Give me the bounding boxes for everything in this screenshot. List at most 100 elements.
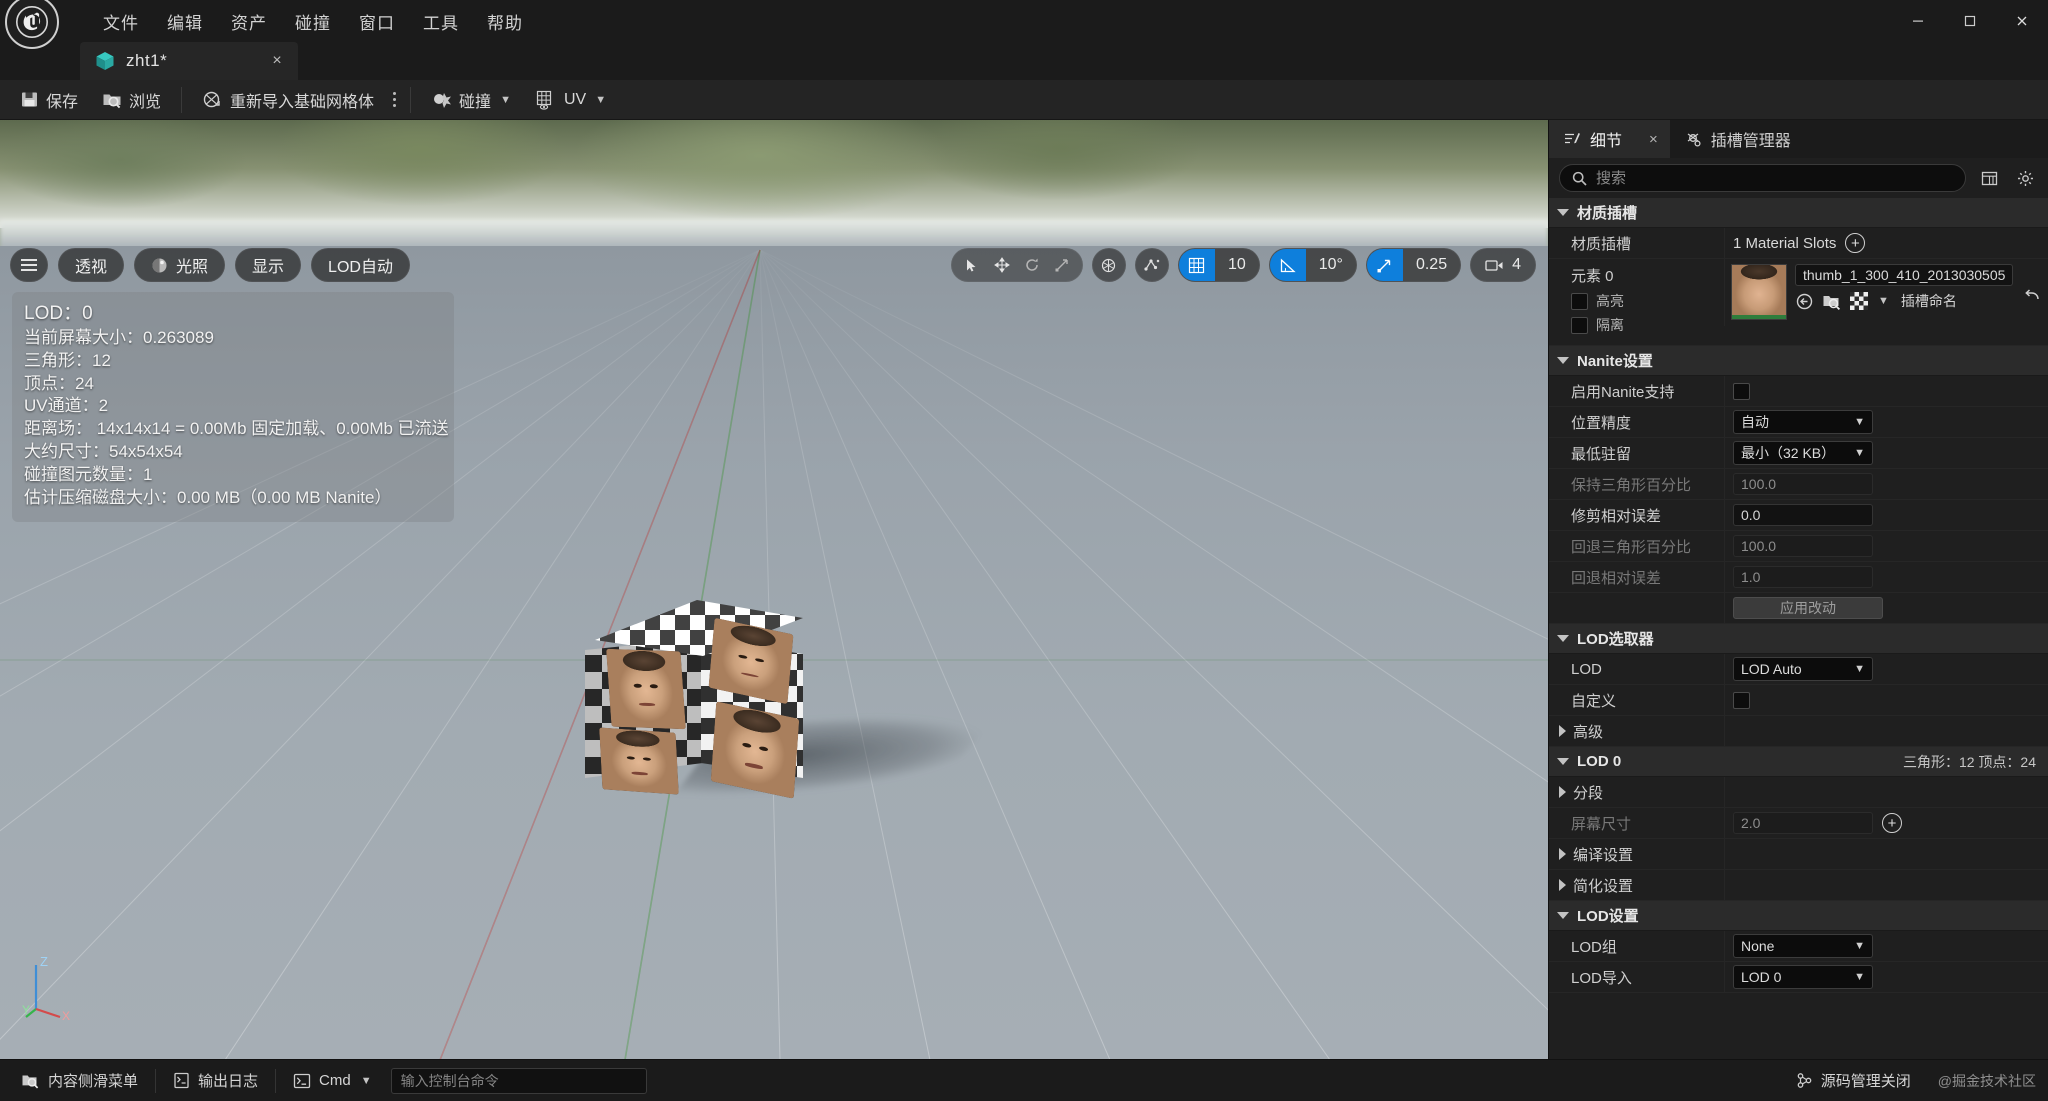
screen-size-field[interactable]: 2.0 — [1733, 812, 1873, 834]
tab-socket-manager[interactable]: 插槽管理器 — [1670, 120, 1803, 158]
value-min-residency: 最小（32 KB） ▼ — [1724, 438, 2048, 468]
surface-snap-icon[interactable] — [1134, 248, 1169, 282]
console-command-input[interactable] — [400, 1072, 637, 1089]
properties-scroll-area[interactable]: 材质插槽 材质插槽 1 Material Slots + 元素 0 高亮 隔离 … — [1549, 198, 2048, 1059]
cmd-mode-button[interactable]: Cmd ▼ — [280, 1065, 385, 1097]
material-thumbnail-status-bar — [1732, 315, 1786, 319]
content-drawer-button[interactable]: 内容侧滑菜单 — [8, 1065, 151, 1097]
lod-group-dropdown[interactable]: None ▼ — [1733, 934, 1873, 958]
minimize-icon[interactable] — [1892, 0, 1944, 42]
angle-snap-control[interactable]: 10° — [1268, 248, 1357, 282]
close-icon[interactable]: × — [1649, 131, 1658, 148]
chevron-down-icon — [1557, 209, 1569, 216]
lod-dropdown[interactable]: LOD Auto ▼ — [1733, 657, 1873, 681]
camera-speed-control[interactable]: 4 — [1470, 248, 1536, 282]
highlight-checkbox-row[interactable]: 高亮 — [1571, 291, 1724, 311]
menu-collision[interactable]: 碰撞 — [281, 4, 345, 39]
lod-auto-button[interactable]: LOD自动 — [311, 248, 410, 282]
save-button[interactable]: 保存 — [8, 83, 90, 117]
material-thumbnail[interactable] — [1731, 264, 1787, 320]
output-log-button[interactable]: 输出日志 — [160, 1065, 271, 1097]
revert-icon[interactable] — [2021, 264, 2043, 320]
label-sections: 分段 — [1549, 782, 1724, 803]
hamburger-icon — [21, 259, 37, 271]
reimport-options-kebab-icon[interactable] — [386, 85, 402, 115]
min-residency-dropdown[interactable]: 最小（32 KB） ▼ — [1733, 441, 1873, 465]
section-lod0-header[interactable]: LOD 0 三角形：12 顶点：24 — [1549, 747, 2048, 777]
use-selected-asset-icon[interactable] — [1795, 292, 1814, 311]
status-divider-1 — [155, 1068, 157, 1093]
view-mode-perspective-button[interactable]: 透视 — [58, 248, 125, 282]
source-control-icon — [1796, 1072, 1813, 1089]
lod-import-value: LOD 0 — [1741, 969, 1782, 985]
add-screen-size-button[interactable]: + — [1882, 813, 1902, 833]
menu-asset[interactable]: 资产 — [217, 4, 281, 39]
highlight-checkbox[interactable] — [1571, 292, 1588, 310]
column-layout-icon[interactable] — [1976, 165, 2002, 191]
browse-button[interactable]: 浏览 — [90, 83, 173, 117]
viewport-menu-button[interactable] — [10, 248, 48, 282]
trim-relative-error-field[interactable]: 0.0 — [1733, 504, 1873, 526]
toolbar-divider — [181, 86, 183, 113]
collision-menu-button[interactable]: 碰撞 ▼ — [419, 83, 523, 117]
chevron-down-icon — [1557, 635, 1569, 642]
console-command-input-wrap[interactable] — [390, 1067, 647, 1094]
uv-menu-button[interactable]: UV ▼ — [523, 83, 618, 117]
source-control-button[interactable]: 源码管理关闭 — [1783, 1065, 1924, 1097]
chevron-down-icon[interactable]: ▼ — [1878, 295, 1889, 307]
scale-tool-icon[interactable] — [1048, 251, 1076, 279]
scale-snap-control[interactable]: 0.25 — [1365, 248, 1462, 282]
tab-zht1[interactable]: zht1* × — [80, 42, 298, 80]
enable-nanite-checkbox[interactable] — [1733, 382, 1750, 400]
fallback-triangle-percent-field[interactable]: 100.0 — [1733, 535, 1873, 557]
mesh-viewport[interactable]: 透视 光照 显示 LOD自动 10 10° 0.25 4 LOD：0 当前屏幕大… — [0, 120, 1548, 1059]
world-coordinate-icon[interactable] — [1091, 248, 1126, 282]
rotate-tool-icon[interactable] — [1018, 251, 1046, 279]
label-fallback-triangle-percent: 回退三角形百分比 — [1571, 538, 1692, 556]
close-icon[interactable] — [1996, 0, 2048, 42]
settings-gear-icon[interactable] — [2012, 165, 2038, 191]
isolate-checkbox-row[interactable]: 隔离 — [1571, 315, 1724, 335]
tab-details[interactable]: 细节 × — [1549, 120, 1670, 158]
keep-triangle-percent-field[interactable]: 100.0 — [1733, 473, 1873, 495]
menu-window[interactable]: 窗口 — [345, 4, 409, 39]
label-min-residency: 最低驻留 — [1571, 445, 1632, 463]
close-icon[interactable]: × — [266, 50, 288, 72]
checker-pattern-icon[interactable] — [1850, 292, 1868, 310]
grid-snap-control[interactable]: 10 — [1177, 248, 1260, 282]
select-tool-icon[interactable] — [958, 251, 986, 279]
position-precision-dropdown[interactable]: 自动 ▼ — [1733, 410, 1873, 434]
lod-import-dropdown[interactable]: LOD 0 ▼ — [1733, 965, 1873, 989]
menu-tools[interactable]: 工具 — [409, 4, 473, 39]
section-lod-picker-header[interactable]: LOD选取器 — [1549, 624, 2048, 654]
translate-tool-icon[interactable] — [988, 251, 1016, 279]
add-material-slot-button[interactable]: + — [1845, 233, 1866, 253]
menu-help[interactable]: 帮助 — [473, 4, 537, 39]
section-nanite-header[interactable]: Nanite设置 — [1549, 346, 2048, 376]
section-lod-settings-header[interactable]: LOD设置 — [1549, 901, 2048, 931]
show-menu-button[interactable]: 显示 — [235, 248, 302, 282]
browse-to-asset-icon[interactable] — [1822, 292, 1842, 311]
static-mesh-cube[interactable] — [585, 600, 997, 799]
row-build-settings[interactable]: 编译设置 — [1549, 839, 2048, 870]
fallback-relative-error-field[interactable]: 1.0 — [1733, 566, 1873, 588]
view-mode-lit-button[interactable]: 光照 — [134, 248, 226, 282]
search-input[interactable] — [1596, 169, 1953, 187]
search-input-wrap[interactable] — [1559, 164, 1966, 192]
reimport-base-mesh-button[interactable]: 重新导入基础网格体 — [190, 83, 386, 117]
isolate-checkbox[interactable] — [1571, 316, 1588, 334]
lod-auto-label: LOD自动 — [328, 259, 393, 276]
menu-edit[interactable]: 编辑 — [153, 4, 217, 39]
custom-checkbox[interactable] — [1733, 691, 1750, 709]
material-asset-field[interactable]: thumb_1_300_410_2013030505 — [1795, 264, 2014, 286]
row-sections[interactable]: 分段 — [1549, 777, 2048, 808]
row-reduction-settings[interactable]: 简化设置 — [1549, 870, 2048, 901]
element-0-label: 元素 0 — [1571, 268, 1614, 285]
content-drawer-icon — [21, 1072, 40, 1089]
menu-file[interactable]: 文件 — [89, 4, 153, 39]
label-keep-triangle-percent: 保持三角形百分比 — [1571, 476, 1692, 494]
row-advanced[interactable]: 高级 — [1549, 716, 2048, 747]
apply-changes-button[interactable]: 应用改动 — [1733, 597, 1883, 619]
section-material-slots-header[interactable]: 材质插槽 — [1549, 198, 2048, 228]
maximize-icon[interactable] — [1944, 0, 1996, 42]
